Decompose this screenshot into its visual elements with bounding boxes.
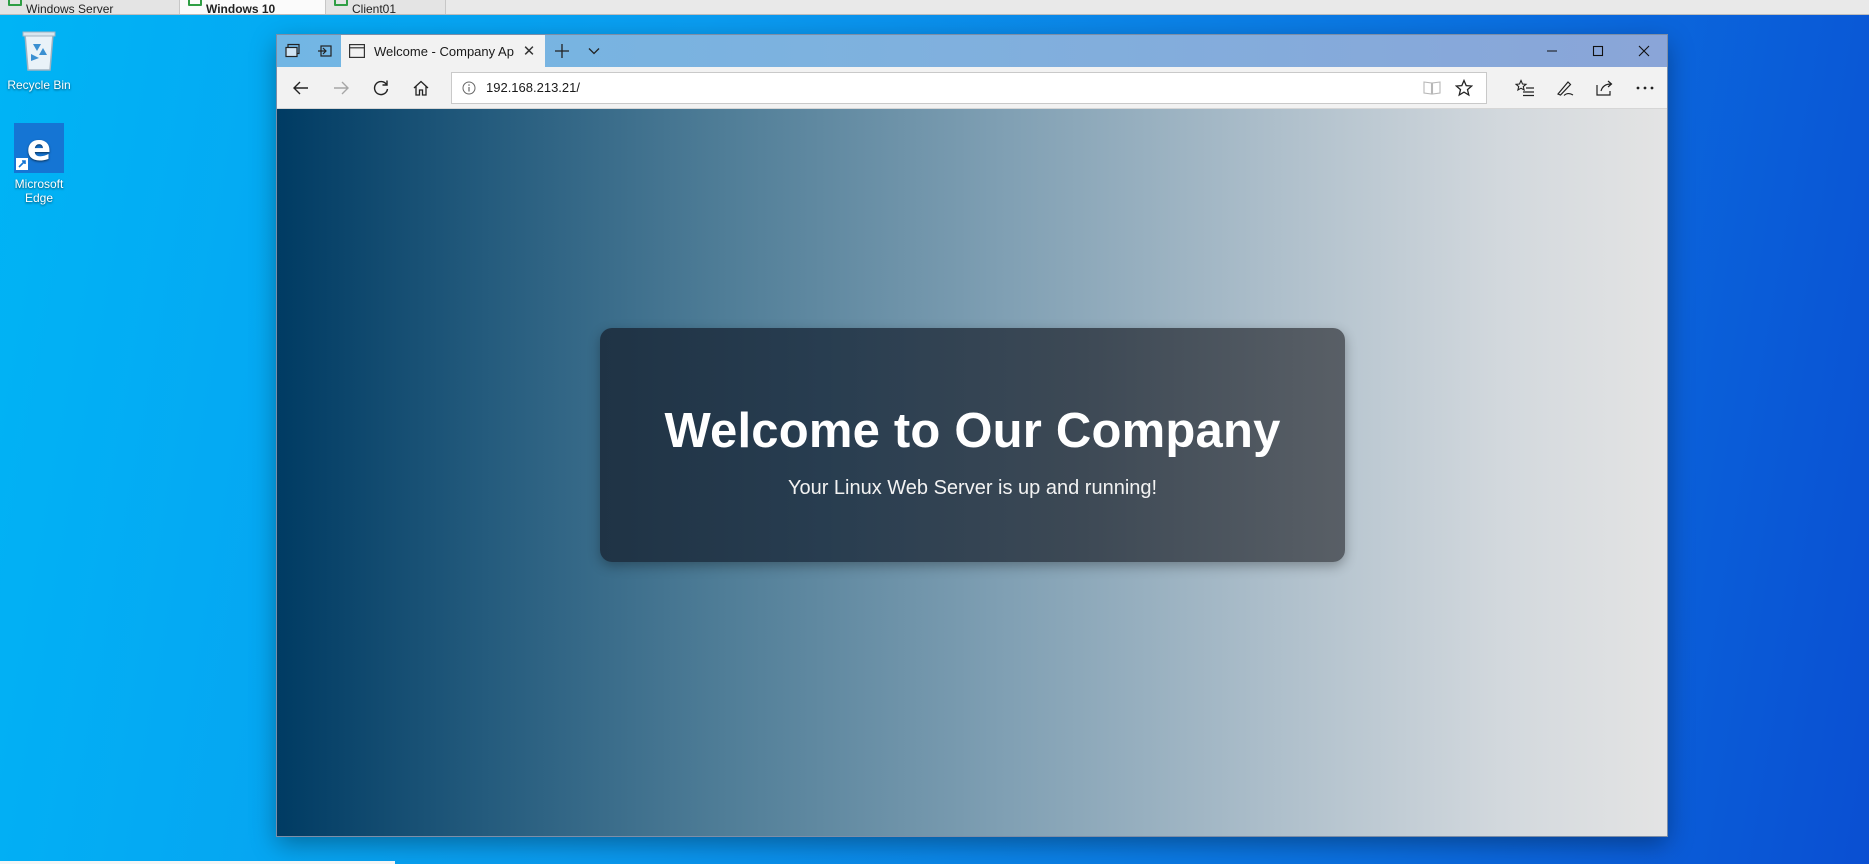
vm-tab-windows-server[interactable]: Windows Server × [0, 0, 180, 14]
maximize-button[interactable] [1575, 35, 1621, 67]
page-viewport: Welcome to Our Company Your Linux Web Se… [277, 109, 1667, 836]
recycle-bin-icon [22, 31, 56, 71]
vm-tab-label: Windows Server [26, 2, 114, 14]
star-icon [1455, 78, 1473, 96]
page-heading: Welcome to Our Company [664, 404, 1281, 458]
tab-welcome[interactable]: Welcome - Company Ap ✕ [341, 35, 545, 67]
nav-right-toolbar [1505, 68, 1665, 108]
desktop-icon-edge[interactable]: e Microsoft Edge [1, 123, 77, 205]
vm-tab-client01[interactable]: Client01 × [326, 0, 446, 14]
browser-window: Welcome - Company Ap ✕ 192.168.213.21/ W… [277, 35, 1667, 836]
reading-view-icon [1423, 80, 1441, 95]
reading-view-button[interactable] [1416, 73, 1448, 103]
tab-preview-button[interactable] [579, 35, 609, 67]
titlebar-spacer [609, 35, 1529, 67]
favorites-list-icon [1515, 78, 1534, 96]
navigation-bar: 192.168.213.21/ [277, 67, 1667, 109]
svg-text:e: e [27, 128, 51, 169]
tab-manager-button[interactable] [277, 35, 309, 67]
more-icon [1636, 86, 1654, 89]
vm-tab-strip: Windows Server × Windows 10 × Client01 × [0, 0, 1869, 15]
vm-icon [8, 0, 22, 6]
set-tabs-aside-button[interactable] [309, 35, 341, 67]
arrow-right-icon [334, 81, 349, 94]
more-button[interactable] [1625, 68, 1665, 108]
share-icon [1596, 80, 1613, 96]
forward-button[interactable] [321, 68, 361, 108]
browser-titlebar: Welcome - Company Ap ✕ [277, 35, 1667, 67]
home-button[interactable] [401, 68, 441, 108]
refresh-icon [373, 80, 389, 95]
desktop-icon-recycle-bin[interactable]: Recycle Bin [1, 24, 77, 92]
desktop-icon-label: Microsoft Edge [14, 177, 64, 205]
share-button[interactable] [1585, 68, 1625, 108]
address-url[interactable]: 192.168.213.21/ [486, 80, 1416, 95]
set-aside-icon [318, 45, 332, 57]
home-icon [413, 80, 429, 96]
close-icon [1638, 45, 1650, 57]
pen-icon [1557, 80, 1574, 96]
back-button[interactable] [281, 68, 321, 108]
maximize-icon [1592, 45, 1604, 57]
tabs-icon [285, 43, 300, 58]
page-icon [349, 44, 365, 58]
vm-tab-windows-10[interactable]: Windows 10 × [180, 0, 326, 14]
page-subheading: Your Linux Web Server is up and running! [787, 477, 1158, 499]
close-icon[interactable]: ✕ [519, 42, 539, 60]
tab-title: Welcome - Company Ap [374, 43, 514, 59]
address-bar[interactable]: 192.168.213.21/ [451, 71, 1487, 104]
close-window-button[interactable] [1621, 35, 1667, 67]
chevron-down-icon [588, 48, 600, 55]
vm-icon [188, 0, 202, 6]
arrow-left-icon [293, 81, 308, 94]
favorites-hub-button[interactable] [1505, 68, 1545, 108]
refresh-button[interactable] [361, 68, 401, 108]
hero-card: Welcome to Our Company Your Linux Web Se… [600, 328, 1345, 562]
plus-icon [555, 44, 569, 58]
edge-icon: e [14, 123, 64, 173]
add-notes-button[interactable] [1545, 68, 1585, 108]
minimize-button[interactable] [1529, 35, 1575, 67]
vm-tab-label: Client01 [352, 2, 397, 14]
desktop-icon-label: Recycle Bin [7, 78, 71, 92]
new-tab-button[interactable] [545, 35, 579, 67]
favorite-button[interactable] [1448, 73, 1480, 103]
info-icon[interactable] [462, 81, 476, 95]
vm-tab-label: Windows 10 [206, 2, 276, 14]
minimize-icon [1547, 50, 1557, 52]
vm-icon [334, 0, 348, 6]
